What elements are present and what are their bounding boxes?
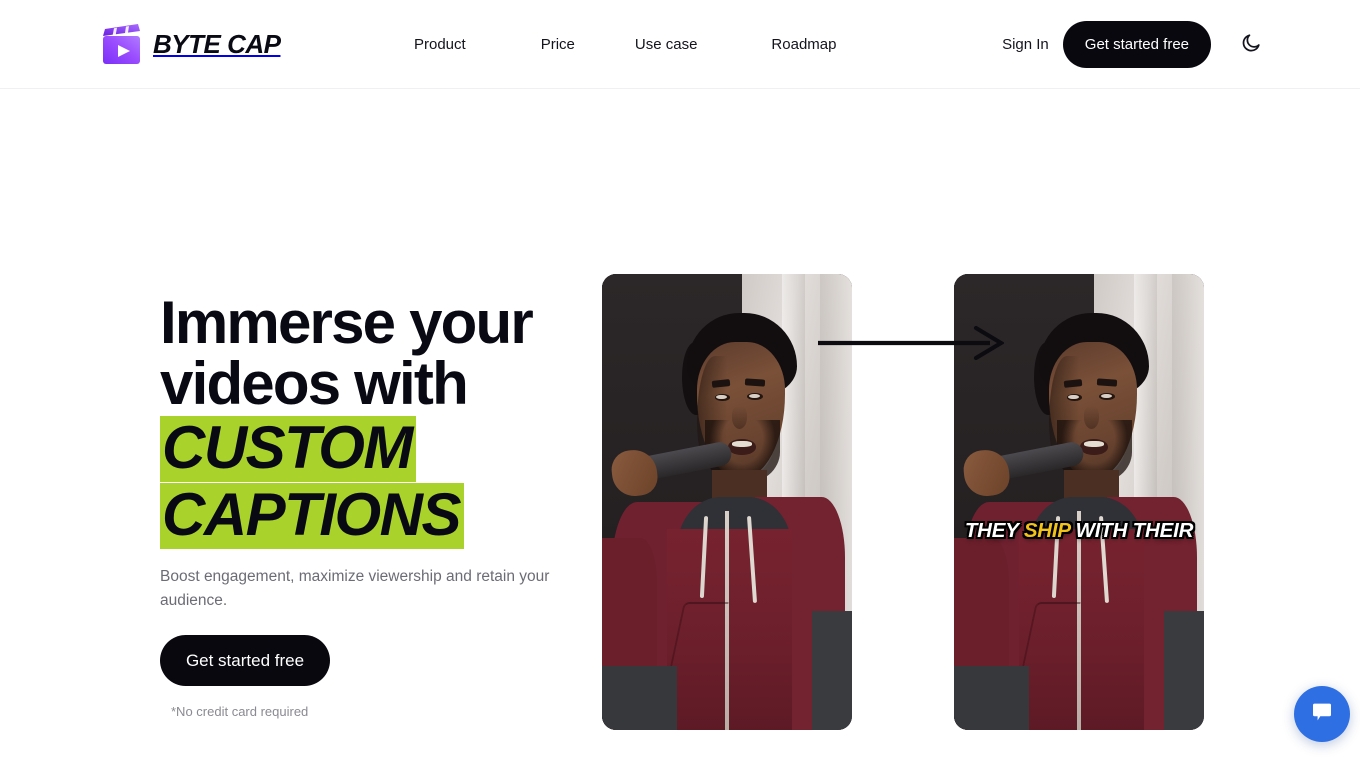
- page-title: Immerse your videos with CUSTOM CAPTIONS: [160, 292, 580, 549]
- theme-toggle-button[interactable]: [1234, 28, 1268, 62]
- brand-logo[interactable]: BYTE CAP: [102, 22, 281, 66]
- video-caption-overlay: THEY SHIP WITH THEIR: [954, 519, 1204, 543]
- chat-bubble-icon: [1308, 698, 1336, 731]
- nav-item-product[interactable]: Product: [414, 36, 466, 53]
- clapperboard-play-icon: [102, 23, 142, 65]
- caption-text-after: WITH THEIR: [1070, 519, 1194, 542]
- nav-item-use-case[interactable]: Use case: [635, 36, 698, 53]
- brand-name: BYTE CAP: [153, 29, 281, 59]
- arrow-right-icon: [818, 324, 1006, 361]
- headline-line-1: Immerse your: [160, 289, 534, 356]
- hero-subtitle: Boost engagement, maximize viewership an…: [160, 568, 550, 609]
- hero-section: Immerse your videos with CUSTOM CAPTIONS…: [0, 89, 1360, 764]
- header-actions: Sign In Get started free: [1002, 0, 1268, 89]
- caption-text-highlight: SHIP: [1023, 519, 1071, 542]
- nav-item-price[interactable]: Price: [541, 36, 575, 53]
- hero-copy: Immerse your videos with CUSTOM CAPTIONS…: [160, 292, 580, 719]
- video-thumbnail-before: [602, 274, 852, 730]
- caption-text-before: THEY: [964, 519, 1024, 542]
- header-get-started-button[interactable]: Get started free: [1062, 21, 1211, 68]
- no-credit-card-note: *No credit card required: [171, 704, 309, 719]
- hero-get-started-button[interactable]: Get started free: [160, 635, 330, 686]
- video-preview-before[interactable]: [602, 274, 852, 730]
- nav-item-roadmap[interactable]: Roadmap: [771, 36, 836, 53]
- headline-highlight-1: CUSTOM: [160, 416, 416, 482]
- headline-highlight-2: CAPTIONS: [160, 483, 465, 549]
- moon-icon: [1240, 32, 1262, 57]
- site-header: BYTE CAP Product Price Use case Roadmap …: [0, 0, 1360, 89]
- main-nav: Product Price Use case Roadmap: [414, 0, 836, 89]
- sign-in-link[interactable]: Sign In: [1002, 36, 1049, 53]
- chat-widget-button[interactable]: [1294, 686, 1350, 742]
- headline-line-2: videos with: [160, 350, 469, 417]
